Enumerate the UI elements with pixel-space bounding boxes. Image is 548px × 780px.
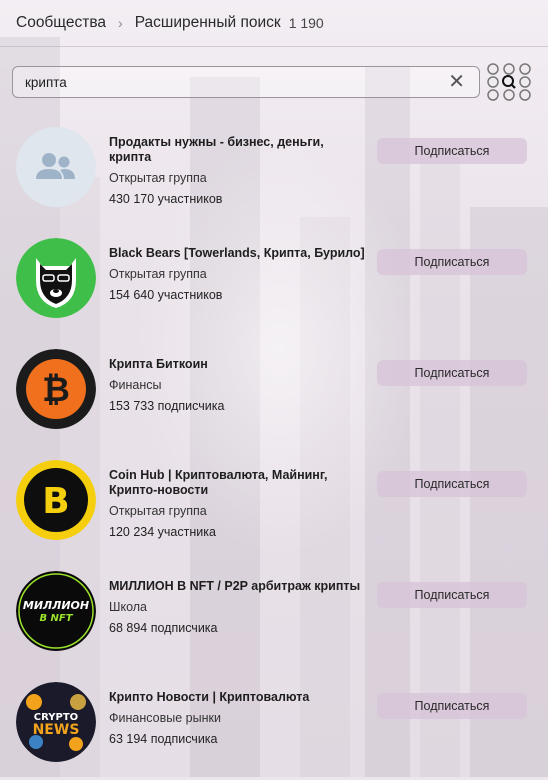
search-field[interactable]: ✕ bbox=[12, 66, 480, 98]
search-input[interactable] bbox=[13, 74, 437, 90]
group-title[interactable]: Coin Hub | Криптовалюта, Майнинг, Крипто… bbox=[109, 468, 369, 498]
group-type: Открытая группа bbox=[109, 171, 207, 185]
subscribe-button[interactable]: Подписаться bbox=[377, 582, 527, 608]
search-row: ✕ bbox=[0, 47, 548, 102]
list-item[interactable]: B Coin Hub | Криптовалюта, Майнинг, Крип… bbox=[0, 447, 548, 558]
member-count: 153 733 подписчика bbox=[109, 399, 225, 413]
group-title[interactable]: Black Bears [Towerlands, Крипта, Бурило] bbox=[109, 246, 369, 261]
list-item[interactable]: ₿ Крипта Биткоин Финансы 153 733 подписч… bbox=[0, 336, 548, 447]
nft-logo-line2: В NFT bbox=[39, 613, 73, 624]
avatar[interactable]: ₿ bbox=[16, 349, 96, 429]
member-count: 430 170 участников bbox=[109, 192, 223, 206]
avatar[interactable]: МИЛЛИОН В NFT bbox=[16, 571, 96, 651]
group-title[interactable]: Крипта Биткоин bbox=[109, 357, 369, 372]
group-type: Открытая группа bbox=[109, 267, 207, 281]
search-filters-icon bbox=[487, 63, 531, 101]
breadcrumb-communities[interactable]: Сообщества bbox=[16, 14, 106, 32]
avatar[interactable]: CRYPTO NEWS bbox=[16, 682, 96, 762]
subscribe-button[interactable]: Подписаться bbox=[377, 693, 527, 719]
group-type: Школа bbox=[109, 600, 147, 614]
subscribe-button[interactable]: Подписаться bbox=[377, 360, 527, 386]
clear-icon[interactable]: ✕ bbox=[448, 71, 465, 93]
group-title[interactable]: Продакты нужны - бизнес, деньги, крипта bbox=[109, 135, 369, 165]
coin-b-icon: B bbox=[42, 481, 69, 522]
list-item[interactable]: Black Bears [Towerlands, Крипта, Бурило]… bbox=[0, 225, 548, 336]
list-item[interactable]: Продакты нужны - бизнес, деньги, крипта … bbox=[0, 114, 548, 225]
member-count: 63 194 подписчика bbox=[109, 732, 218, 746]
member-count: 120 234 участника bbox=[109, 525, 216, 539]
crypto-logo-line2: NEWS bbox=[33, 722, 80, 738]
subscribe-button[interactable]: Подписаться bbox=[377, 249, 527, 275]
search-filters-button[interactable] bbox=[484, 62, 534, 102]
subscribe-button[interactable]: Подписаться bbox=[377, 471, 527, 497]
list-item[interactable]: МИЛЛИОН В NFT МИЛЛИОН В NFT / P2P арбитр… bbox=[0, 558, 548, 669]
group-type: Открытая группа bbox=[109, 504, 207, 518]
group-type: Финансовые рынки bbox=[109, 711, 221, 725]
bitcoin-icon: ₿ bbox=[42, 370, 70, 410]
nft-logo-line1: МИЛЛИОН bbox=[23, 599, 89, 612]
breadcrumb: Сообщества › Расширенный поиск 1 190 bbox=[0, 0, 548, 47]
member-count: 68 894 подписчика bbox=[109, 621, 218, 635]
result-count: 1 190 bbox=[288, 15, 324, 31]
results-list: Продакты нужны - бизнес, деньги, крипта … bbox=[0, 114, 548, 780]
list-item[interactable]: CRYPTO NEWS Крипто Новости | Криптовалют… bbox=[0, 669, 548, 780]
group-title[interactable]: МИЛЛИОН В NFT / P2P арбитраж крипты bbox=[109, 579, 369, 594]
subscribe-button[interactable]: Подписаться bbox=[377, 138, 527, 164]
chevron-right-icon: › bbox=[118, 15, 123, 31]
group-type: Финансы bbox=[109, 378, 162, 392]
avatar[interactable] bbox=[16, 127, 96, 207]
breadcrumb-advanced-search: Расширенный поиск bbox=[134, 14, 281, 31]
group-title[interactable]: Крипто Новости | Криптовалюта bbox=[109, 690, 369, 705]
member-count: 154 640 участников bbox=[109, 288, 223, 302]
app: Сообщества › Расширенный поиск 1 190 ✕ bbox=[0, 0, 548, 780]
avatar[interactable]: B bbox=[16, 460, 96, 540]
avatar[interactable] bbox=[16, 238, 96, 318]
